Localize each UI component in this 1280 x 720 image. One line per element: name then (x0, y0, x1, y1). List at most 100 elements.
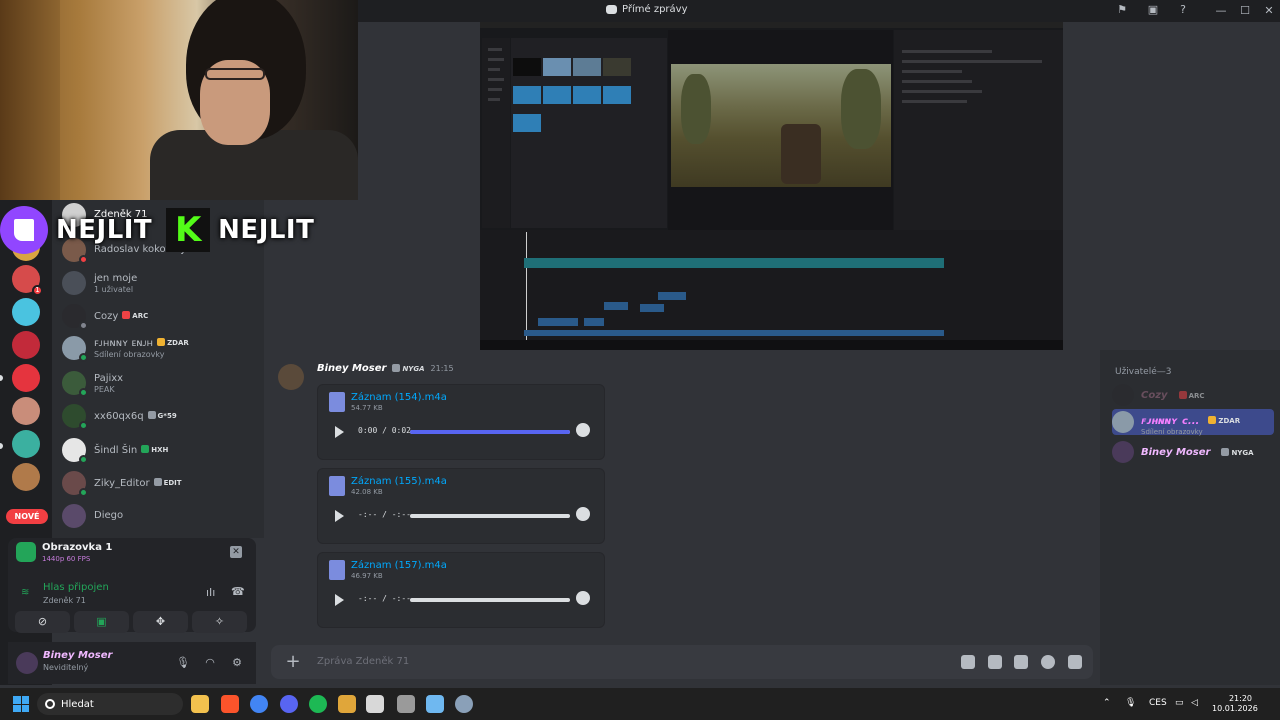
member-item[interactable]: Cozy ARC (1112, 382, 1277, 408)
close-icon[interactable]: ✕ (1257, 0, 1280, 22)
file-explorer-icon[interactable] (191, 695, 209, 713)
minimize-icon[interactable]: — (1209, 0, 1233, 22)
seek-bar[interactable] (410, 514, 570, 518)
add-attachment-button[interactable]: + (283, 652, 303, 672)
avatar (62, 504, 86, 528)
brave-icon[interactable] (221, 695, 239, 713)
playback-time: -:-- / -:-- (358, 594, 411, 603)
server-tag: ARC (122, 310, 148, 322)
file-name-link[interactable]: Záznam (155).m4a (351, 476, 447, 487)
overlay-text-twitch: NEJLIT (56, 215, 153, 245)
emoji-icon[interactable] (1041, 655, 1055, 669)
start-icon[interactable] (13, 696, 29, 712)
obs-icon[interactable] (397, 695, 415, 713)
language-indicator[interactable]: CES (1149, 698, 1167, 708)
server-tag: EDIT (153, 477, 182, 489)
seek-bar[interactable] (410, 598, 570, 602)
settings-app-icon[interactable] (455, 695, 473, 713)
noise-suppression-icon[interactable]: ıIı (206, 586, 215, 599)
server-icon[interactable] (12, 331, 40, 359)
camera-toggle-button[interactable]: ⊘ (15, 611, 70, 633)
server-tag: NYGA (392, 364, 425, 373)
network-icon[interactable]: ▭ (1175, 698, 1184, 708)
mention-badge: 1 (32, 285, 43, 296)
server-icon[interactable]: 1 (12, 265, 43, 296)
spotify-icon[interactable] (309, 695, 327, 713)
user-name[interactable]: Biney Moser (43, 650, 112, 661)
server-icon[interactable] (12, 463, 40, 491)
message-composer[interactable]: + Zpráva Zdeněk 71 (271, 645, 1093, 679)
server-icon[interactable] (12, 364, 40, 392)
server-tag: G*59 (147, 410, 177, 422)
apps-icon[interactable] (1068, 655, 1082, 669)
volume-icon[interactable] (576, 423, 590, 437)
editor-timeline (480, 230, 1063, 350)
discord-logo-icon (606, 5, 617, 14)
mic-tray-icon[interactable]: 🎙 (1125, 698, 1136, 708)
play-icon[interactable] (335, 426, 344, 438)
gift-icon[interactable] (961, 655, 975, 669)
stop-stream-icon[interactable]: ✕ (230, 546, 242, 558)
chrome-icon[interactable] (250, 695, 268, 713)
dm-item[interactable]: ꜰᴊʜɴɴʏ ᴇɴᴊʜ ZDAR Sdílení obrazovky (62, 333, 262, 363)
stream-view[interactable] (480, 22, 1063, 350)
windows-taskbar: Hledat ⌃ 🎙 CES ▭ ◁ 21:20 10.01.2026 (0, 688, 1280, 720)
server-tag: ZDAR (157, 337, 189, 349)
chevron-up-icon[interactable]: ⌃ (1103, 698, 1111, 708)
activities-button[interactable]: ✥ (133, 611, 188, 633)
seek-bar-fill (410, 430, 570, 434)
disconnect-icon[interactable]: ☎ (231, 585, 245, 598)
voice-status: ≋ Hlas připojen Zdeněk 71 ıIı ☎ (21, 582, 245, 605)
discord-icon[interactable] (280, 695, 298, 713)
file-name-link[interactable]: Záznam (157).m4a (351, 560, 447, 571)
play-icon[interactable] (335, 510, 344, 522)
file-name-link[interactable]: Záznam (154).m4a (351, 392, 447, 403)
avatar (62, 404, 88, 430)
dm-item[interactable]: Cozy ARC (62, 301, 262, 331)
member-item[interactable]: ꜰᴊʜɴɴʏ ᴄ... ZDAR Sdílení obrazovky (1112, 409, 1274, 436)
audio-attachment: Záznam (157).m4a 46.97 KB -:-- / -:-- (317, 552, 605, 628)
volume-icon[interactable] (576, 591, 590, 605)
taskbar-search[interactable]: Hledat (37, 693, 183, 715)
screen-share-button[interactable]: ▣ (74, 611, 129, 633)
avatar[interactable] (16, 652, 38, 674)
avatar[interactable] (278, 364, 304, 390)
gif-icon[interactable] (988, 655, 1002, 669)
app-icon[interactable] (338, 695, 356, 713)
dm-item[interactable]: Diego (62, 501, 262, 531)
server-icon[interactable] (12, 298, 40, 326)
mic-icon[interactable]: 🎙 (176, 656, 190, 670)
soundboard-button[interactable]: ✧ (192, 611, 247, 633)
signal-icon[interactable]: ≋ (21, 588, 31, 598)
stream-quality: 1440p 60 FPS (42, 555, 91, 563)
volume-icon[interactable] (576, 507, 590, 521)
message-author[interactable]: Biney Moser (317, 363, 386, 374)
play-icon[interactable] (335, 594, 344, 606)
server-icon[interactable] (12, 397, 40, 425)
dm-item[interactable]: jen moje 1 uživatel (62, 268, 262, 298)
notepad-icon[interactable] (426, 695, 444, 713)
dm-item[interactable]: Ziky_Editor EDIT (62, 468, 262, 498)
new-servers-pill[interactable]: NOVÉ (6, 509, 48, 524)
chat-area: Biney Moser NYGA 21:15 Záznam (154).m4a … (264, 350, 1100, 685)
audio-attachment: Záznam (155).m4a 42.08 KB -:-- / -:-- (317, 468, 605, 544)
sticker-icon[interactable] (1014, 655, 1028, 669)
screen-icon[interactable]: ▣ (1146, 3, 1160, 17)
avatar (1112, 441, 1134, 463)
help-icon[interactable]: ? (1176, 3, 1190, 17)
dm-item[interactable]: Pajixx PEAK (62, 368, 262, 398)
settings-icon[interactable]: ⚙ (230, 656, 244, 670)
server-icon[interactable] (12, 430, 40, 458)
seek-bar[interactable] (410, 430, 570, 434)
volume-tray-icon[interactable]: ◁ (1191, 698, 1198, 708)
dm-item[interactable]: Šindl Šin HXH (62, 435, 262, 465)
message-input[interactable]: Zpráva Zdeněk 71 (317, 656, 409, 667)
capcut-icon[interactable] (366, 695, 384, 713)
member-item[interactable]: Biney Moser NYGA (1112, 439, 1277, 465)
audio-file-icon (329, 560, 345, 580)
dm-item[interactable]: xx60qx6q G*59 (62, 401, 262, 431)
system-clock[interactable]: 21:20 10.01.2026 (1212, 694, 1258, 714)
headphones-icon[interactable]: ◠ (203, 656, 217, 670)
inbox-icon[interactable]: ⚑ (1115, 3, 1129, 17)
maximize-icon[interactable]: ☐ (1233, 0, 1257, 22)
